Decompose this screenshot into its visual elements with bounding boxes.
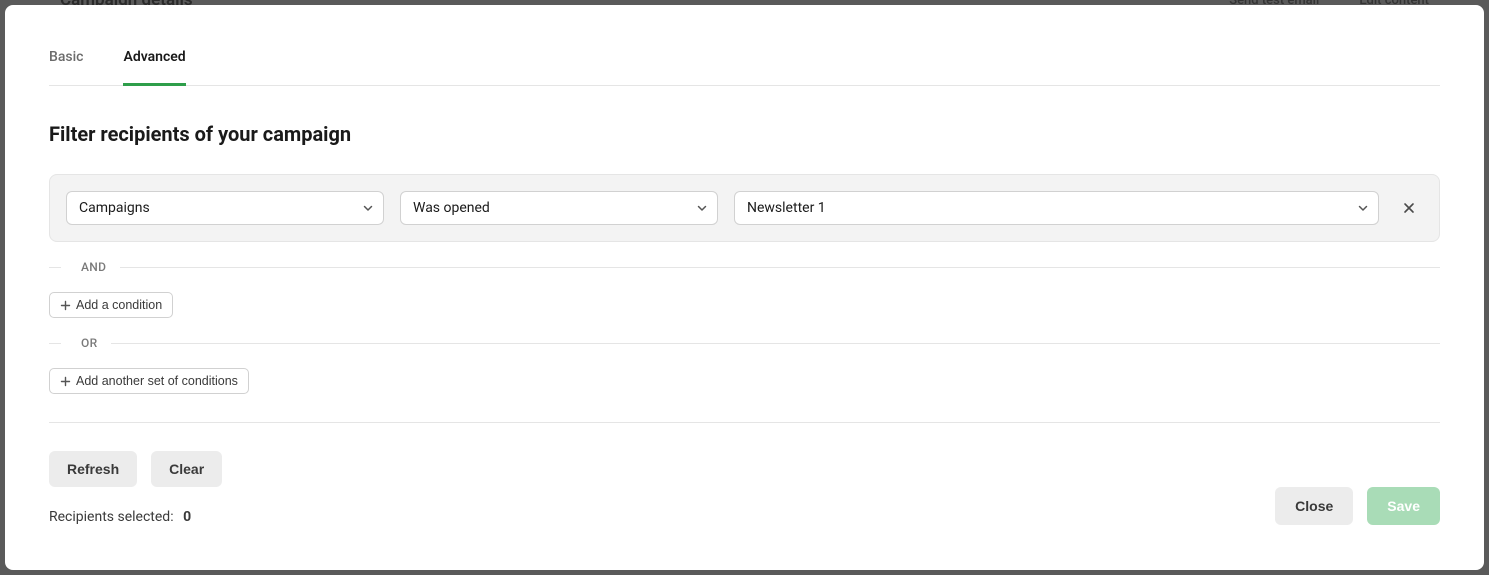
add-set-button[interactable]: Add another set of conditions [49, 368, 249, 394]
add-condition-label: Add a condition [76, 298, 162, 312]
condition-operator-select[interactable]: Was opened [400, 191, 718, 225]
add-set-label: Add another set of conditions [76, 374, 238, 388]
close-button[interactable]: Close [1275, 487, 1353, 525]
remove-condition-button[interactable] [1395, 194, 1423, 222]
condition-field-select[interactable]: Campaigns [66, 191, 384, 225]
recipients-status: Recipients selected: 0 [49, 509, 222, 525]
and-divider: AND [49, 260, 1440, 274]
tab-basic[interactable]: Basic [49, 49, 83, 86]
close-icon [1402, 201, 1416, 215]
or-label: OR [61, 336, 111, 350]
modal-footer: Refresh Clear Recipients selected: 0 Clo… [49, 451, 1440, 545]
save-button[interactable]: Save [1367, 487, 1440, 525]
tab-bar: Basic Advanced [49, 49, 1440, 86]
condition-group: Campaigns Was opened Newsletter 1 [49, 174, 1440, 242]
section-title: Filter recipients of your campaign [49, 122, 1440, 146]
plus-icon [60, 376, 71, 387]
footer-divider [49, 422, 1440, 423]
recipients-label-text: Recipients selected: [49, 509, 174, 525]
filter-modal: Basic Advanced Filter recipients of your… [5, 5, 1484, 570]
condition-value-select[interactable]: Newsletter 1 [734, 191, 1379, 225]
refresh-button[interactable]: Refresh [49, 451, 137, 487]
recipients-count: 0 [183, 509, 191, 525]
plus-icon [60, 300, 71, 311]
or-divider: OR [49, 336, 1440, 350]
add-condition-button[interactable]: Add a condition [49, 292, 173, 318]
tab-advanced[interactable]: Advanced [123, 49, 185, 86]
and-label: AND [61, 260, 120, 274]
clear-button[interactable]: Clear [151, 451, 222, 487]
